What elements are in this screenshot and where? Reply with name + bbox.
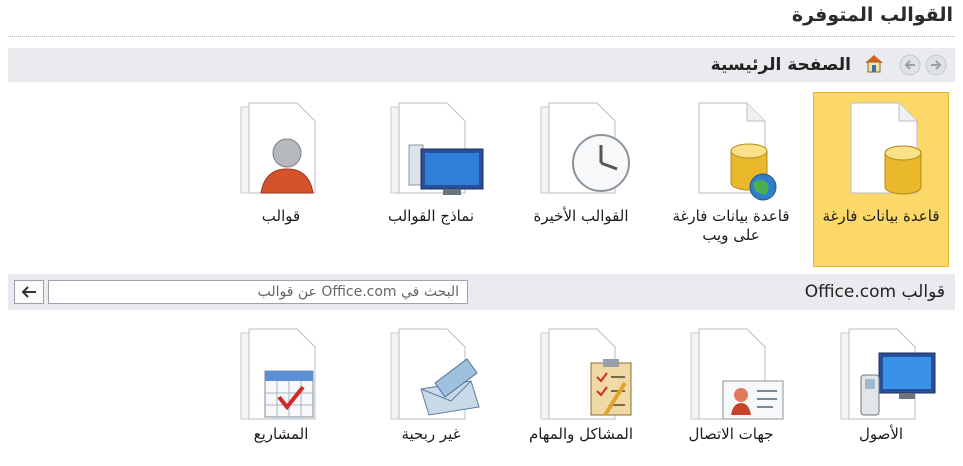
- home-breadcrumb[interactable]: الصفحة الرئيسية: [711, 55, 851, 75]
- office-section-label: قوالب Office.com: [804, 282, 945, 302]
- issues-tasks-icon: [540, 328, 632, 420]
- my-templates-icon: [240, 102, 316, 194]
- tile-label: نماذج القوالب: [387, 207, 475, 225]
- tile-assets[interactable]: الأصول: [813, 318, 949, 466]
- sample-templates-icon: [390, 102, 484, 195]
- tile-contacts[interactable]: جهات الاتصال: [663, 318, 799, 466]
- blank-web-database-icon: [698, 102, 777, 201]
- title-divider: [8, 36, 955, 37]
- top-template-grid: قاعدة بيانات فارغة قاعدة بيانات فارغة عل…: [8, 92, 955, 267]
- search-input[interactable]: [48, 280, 468, 304]
- tile-label: قوالب: [261, 207, 301, 225]
- arrow-left-icon: [21, 286, 36, 298]
- non-profit-icon: [390, 328, 480, 420]
- tile-label: الأصول: [858, 425, 904, 443]
- tile-recent-templates[interactable]: القوالب الأخيرة: [513, 92, 649, 267]
- assets-icon: [840, 328, 936, 420]
- page-title: القوالب المتوفرة: [791, 4, 953, 26]
- tile-sample-templates[interactable]: نماذج القوالب: [363, 92, 499, 267]
- tile-label: جهات الاتصال: [688, 425, 774, 443]
- search-go-button[interactable]: [14, 280, 44, 304]
- home-icon[interactable]: [863, 53, 885, 77]
- projects-icon: [240, 328, 316, 420]
- tile-label: غير ربحية: [401, 425, 461, 443]
- navigation-bar: الصفحة الرئيسية: [8, 48, 955, 82]
- recent-templates-icon: [540, 102, 630, 194]
- tile-issues-tasks[interactable]: المشاكل والمهام: [513, 318, 649, 466]
- back-arrow-icon: [899, 54, 921, 76]
- tile-blank-database[interactable]: قاعدة بيانات فارغة: [813, 92, 949, 267]
- tile-label: قاعدة بيانات فارغة: [822, 207, 940, 225]
- tile-label: قاعدة بيانات فارغة على ويب: [672, 207, 790, 244]
- office-template-grid: الأصول جهات الاتصال المشاكل والمهام غير …: [8, 318, 955, 466]
- back-button[interactable]: [899, 54, 921, 76]
- forward-button[interactable]: [925, 54, 947, 76]
- tile-label: المشاريع: [253, 425, 309, 443]
- tile-projects[interactable]: المشاريع: [213, 318, 349, 466]
- tile-label: القوالب الأخيرة: [533, 207, 629, 225]
- tile-label: المشاكل والمهام: [528, 425, 634, 443]
- tile-blank-web-database[interactable]: قاعدة بيانات فارغة على ويب: [663, 92, 799, 267]
- office-search-bar: قوالب Office.com: [8, 274, 955, 310]
- contacts-icon: [690, 328, 784, 420]
- tile-my-templates[interactable]: قوالب: [213, 92, 349, 267]
- tile-non-profit[interactable]: غير ربحية: [363, 318, 499, 466]
- forward-arrow-icon: [925, 54, 947, 76]
- blank-database-icon: [850, 102, 922, 195]
